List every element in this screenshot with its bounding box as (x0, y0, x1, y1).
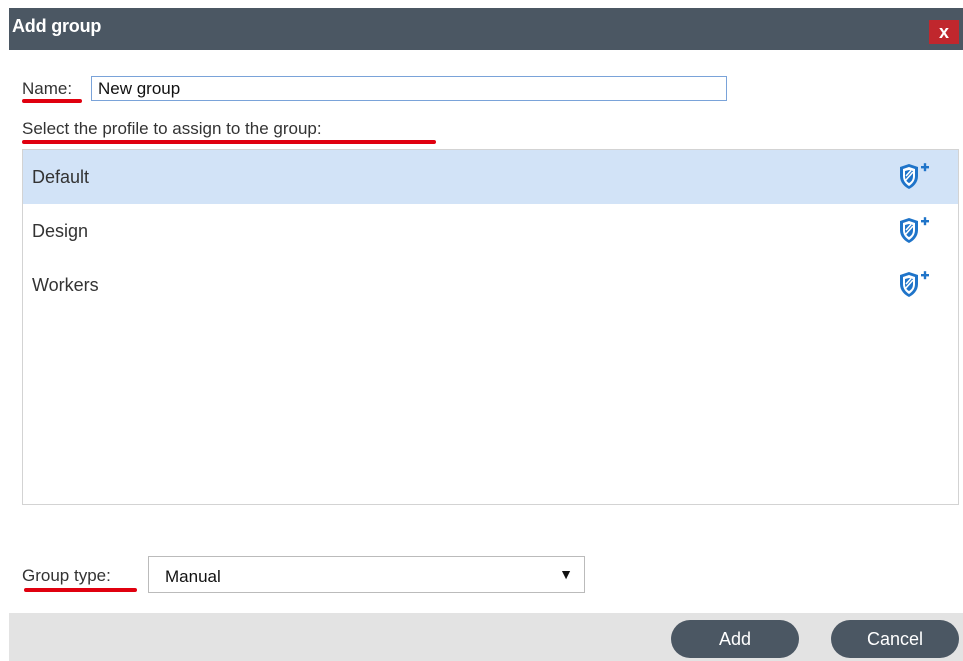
profile-label: Design (32, 221, 89, 241)
profile-item-default[interactable]: Default (23, 150, 958, 204)
dialog-footer: Add Cancel (9, 613, 963, 661)
name-input[interactable] (91, 76, 727, 101)
add-button[interactable]: Add (671, 620, 799, 658)
profile-list: Default Design Workers (22, 149, 959, 505)
profile-section-label: Select the profile to assign to the grou… (22, 119, 322, 138)
group-type-select[interactable]: Manual ▼ (148, 556, 585, 593)
shield-plus-icon[interactable] (896, 270, 930, 300)
profile-label: Workers (32, 275, 99, 295)
close-icon: x (938, 22, 949, 42)
annotation-underline-name (22, 99, 82, 103)
title-bar: Add group x (9, 8, 963, 50)
add-group-dialog: Add group x Name: Select the profile to … (0, 0, 963, 661)
annotation-underline-profile (22, 140, 436, 144)
cancel-button[interactable]: Cancel (831, 620, 959, 658)
shield-plus-icon[interactable] (896, 162, 930, 192)
profile-item-design[interactable]: Design (23, 204, 958, 258)
chevron-down-icon: ▼ (559, 566, 573, 582)
profile-item-workers[interactable]: Workers (23, 258, 958, 312)
annotation-underline-group-type (24, 588, 137, 592)
group-type-label: Group type: (22, 566, 111, 585)
dialog-title: Add group (12, 16, 102, 36)
close-button[interactable]: x (929, 20, 959, 44)
name-label: Name: (22, 79, 73, 98)
shield-plus-icon[interactable] (896, 216, 930, 246)
profile-label: Default (32, 167, 90, 187)
group-type-value: Manual (165, 567, 221, 586)
